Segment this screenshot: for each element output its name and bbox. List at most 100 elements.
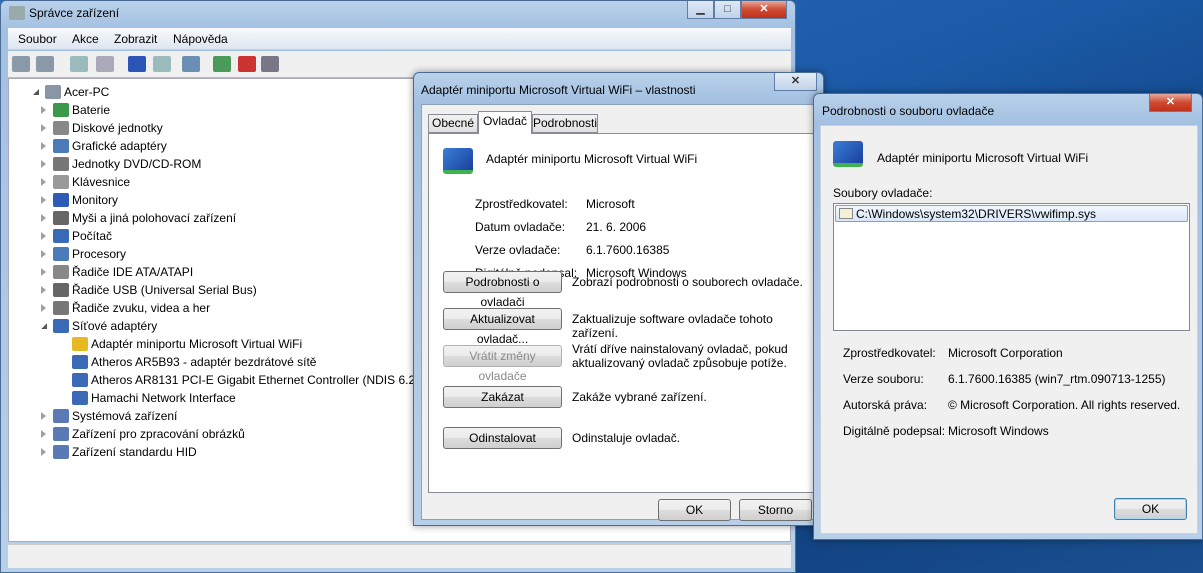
collapsed-arrow-icon[interactable]	[41, 250, 46, 258]
collapsed-arrow-icon[interactable]	[41, 142, 46, 150]
driver-action-button[interactable]: Podrobnosti o ovladači	[443, 271, 562, 309]
driver-action-description: Zakáže vybrané zařízení.	[572, 390, 707, 404]
collapsed-arrow-icon[interactable]	[41, 214, 46, 222]
tab-podrobnosti[interactable]: Podrobnosti	[532, 114, 598, 133]
properties-dialog: Adaptér miniportu Microsoft Virtual WiFi…	[413, 72, 824, 526]
close-button[interactable]: ✕	[774, 73, 817, 91]
status-bar	[8, 544, 791, 568]
tree-category-label: Řadiče zvuku, videa a her	[72, 301, 211, 315]
network-adapter-icon	[443, 148, 473, 174]
driver-action-button[interactable]: Odinstalovat	[443, 427, 562, 449]
expanded-arrow-icon[interactable]	[33, 89, 39, 95]
dialog-body: Obecné Ovladač Podrobnosti Adaptér minip…	[421, 104, 817, 521]
collapsed-arrow-icon[interactable]	[41, 160, 46, 168]
field-value: 6.1.7600.16385	[586, 243, 670, 257]
collapsed-arrow-icon[interactable]	[41, 232, 46, 240]
collapsed-arrow-icon[interactable]	[41, 124, 46, 132]
tree-root-computer-label: Acer-PC	[64, 85, 110, 99]
device-category-icon	[53, 265, 69, 279]
network-adapter-icon	[833, 141, 863, 167]
certificate-file-icon	[839, 208, 853, 219]
field-value: © Microsoft Corporation. All rights rese…	[948, 398, 1181, 412]
tab-ovladac[interactable]: Ovladač	[478, 111, 532, 134]
tree-category-label: Baterie	[72, 103, 111, 117]
tree-category-label: Procesory	[72, 247, 127, 261]
ok-button[interactable]: OK	[1114, 498, 1187, 520]
scan-hardware-icon[interactable]	[182, 56, 200, 72]
driver-action-description: Vrátí dříve nainstalovaný ovladač, pokud…	[572, 342, 788, 370]
close-button[interactable]: ✕	[1149, 94, 1192, 112]
device-category-icon	[72, 337, 88, 351]
window-title: Správce zařízení	[29, 6, 120, 20]
tree-device-network-adapter-label: Hamachi Network Interface	[91, 391, 236, 405]
device-category-icon	[53, 445, 69, 459]
device-category-icon	[72, 355, 88, 369]
show-action-pane-icon[interactable]	[153, 56, 171, 72]
forward-icon[interactable]	[36, 56, 54, 72]
tree-category-label: Myši a jiná polohovací zařízení	[72, 211, 237, 225]
device-category-icon	[53, 211, 69, 225]
file-path: C:\Windows\system32\DRIVERS\vwifimp.sys	[856, 207, 1097, 221]
properties-icon[interactable]	[96, 56, 114, 72]
maximize-button[interactable]: □	[714, 1, 741, 19]
device-category-icon	[53, 319, 69, 333]
dialog-title: Podrobnosti o souboru ovladače	[822, 104, 995, 118]
field-label: Digitálně podepsal:	[843, 424, 946, 438]
driver-action-description: Zaktualizuje software ovladače tohoto za…	[572, 312, 773, 340]
file-list-item[interactable]: C:\Windows\system32\DRIVERS\vwifimp.sys	[835, 205, 1188, 222]
field-value: 21. 6. 2006	[586, 220, 647, 234]
collapsed-arrow-icon[interactable]	[41, 448, 46, 456]
tree-category-label: Zařízení pro zpracování obrázků	[72, 427, 245, 441]
disable-device-icon[interactable]	[238, 56, 256, 72]
device-category-icon	[72, 391, 88, 405]
tree-device-network-adapter-label: Atheros AR5B93 - adaptér bezdrátové sítě	[91, 355, 317, 369]
device-name: Adaptér miniportu Microsoft Virtual WiFi	[486, 152, 698, 166]
device-category-icon	[53, 139, 69, 153]
collapsed-arrow-icon[interactable]	[41, 268, 46, 276]
driver-action-button[interactable]: Aktualizovat ovladač...	[443, 308, 562, 346]
menu-zobrazit[interactable]: Zobrazit	[114, 32, 157, 46]
minimize-button[interactable]: ▁	[687, 1, 714, 19]
collapsed-arrow-icon[interactable]	[41, 304, 46, 312]
show-hide-console-tree-icon[interactable]	[70, 56, 88, 72]
device-category-icon	[53, 301, 69, 315]
collapsed-arrow-icon[interactable]	[41, 412, 46, 420]
tree-category-label: Řadiče IDE ATA/ATAPI	[72, 265, 194, 279]
tree-device-network-adapter-label: Atheros AR8131 PCI-E Gigabit Ethernet Co…	[91, 373, 426, 387]
collapsed-arrow-icon[interactable]	[41, 430, 46, 438]
collapsed-arrow-icon[interactable]	[41, 196, 46, 204]
field-value: Microsoft Windows	[948, 424, 1049, 438]
field-label: Zprostředkovatel:	[843, 346, 936, 360]
collapsed-arrow-icon[interactable]	[41, 106, 46, 114]
tree-category-label: Zařízení standardu HID	[72, 445, 197, 459]
update-driver-icon[interactable]	[213, 56, 231, 72]
tree-category-label: Grafické adaptéry	[72, 139, 167, 153]
close-button[interactable]: ✕	[741, 1, 787, 19]
app-icon	[9, 6, 25, 20]
ok-button[interactable]: OK	[658, 499, 731, 521]
menu-napoveda[interactable]: Nápověda	[173, 32, 228, 46]
expanded-arrow-icon[interactable]	[41, 323, 47, 329]
tab-obecne[interactable]: Obecné	[428, 114, 478, 133]
device-category-icon	[53, 121, 69, 135]
uninstall-device-icon[interactable]	[261, 56, 279, 72]
menu-akce[interactable]: Akce	[72, 32, 99, 46]
cancel-button[interactable]: Storno	[739, 499, 812, 521]
menu-bar: Soubor Akce Zobrazit Nápověda	[8, 28, 791, 50]
files-label: Soubory ovladače:	[833, 186, 933, 200]
driver-action-button[interactable]: Zakázat	[443, 386, 562, 408]
collapsed-arrow-icon[interactable]	[41, 286, 46, 294]
tree-category-label: Jednotky DVD/CD-ROM	[72, 157, 202, 171]
back-icon[interactable]	[12, 56, 30, 72]
tree-category-label: Počítač	[72, 229, 113, 243]
menu-soubor[interactable]: Soubor	[18, 32, 57, 46]
dialog-body: Adaptér miniportu Microsoft Virtual WiFi…	[820, 125, 1198, 534]
device-name: Adaptér miniportu Microsoft Virtual WiFi	[877, 151, 1089, 165]
device-category-icon	[53, 157, 69, 171]
device-category-icon	[53, 283, 69, 297]
collapsed-arrow-icon[interactable]	[41, 178, 46, 186]
field-label: Verze souboru:	[843, 372, 924, 386]
device-category-icon	[53, 247, 69, 261]
driver-files-list[interactable]: C:\Windows\system32\DRIVERS\vwifimp.sys	[833, 203, 1190, 331]
help-icon[interactable]	[128, 56, 146, 72]
